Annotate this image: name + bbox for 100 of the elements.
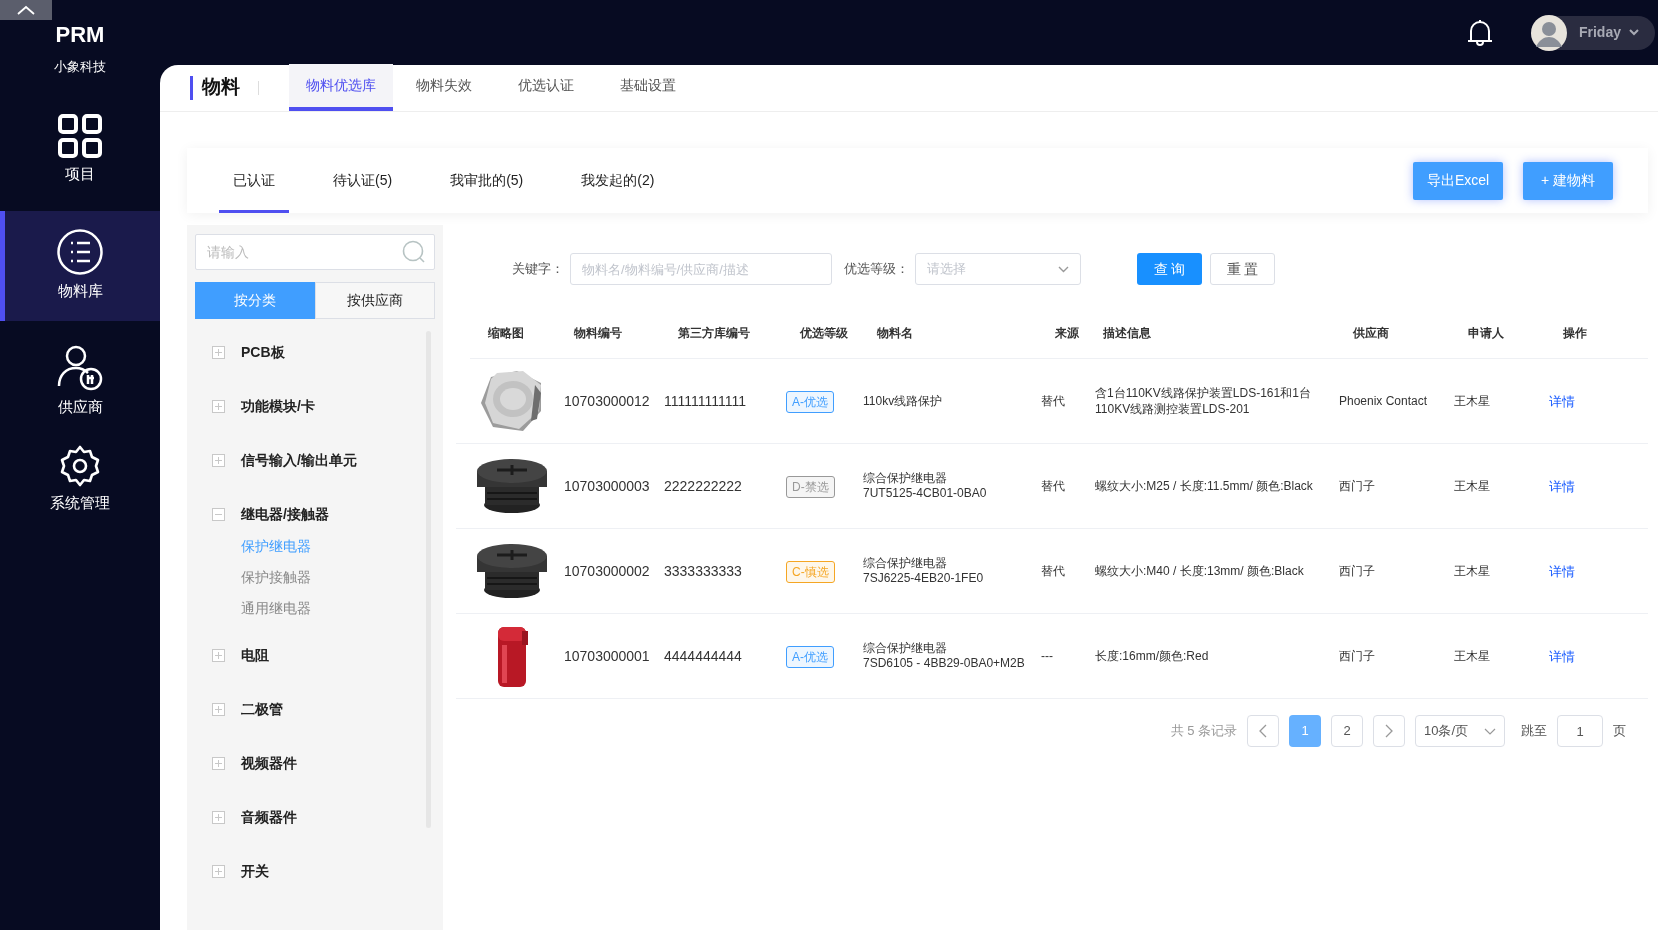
tree-item[interactable]: 二极管 <box>241 698 283 720</box>
nav-item[interactable]: 系统管理 <box>0 430 160 529</box>
table-cell-text: 含1台110KV线路保护装置LDS-161和1台110KV线路测控装置LDS-201 <box>1094 385 1312 417</box>
table-cell-text: 7UT5125-4CB01-0BA0 <box>863 486 988 501</box>
nav-item[interactable]: 供应商 <box>0 332 160 431</box>
detail-link[interactable]: 详情 <box>1549 394 1575 409</box>
table-cell-text: 王木星 <box>1454 563 1491 580</box>
table-cell-text: Phoenix Contact <box>1339 393 1429 410</box>
table-cell-text: 螺纹大小:M25 / 长度:11.5mm/ 颜色:Black <box>1094 478 1314 494</box>
tree-item[interactable]: 开关 <box>241 860 269 882</box>
collapse-button[interactable] <box>0 0 52 20</box>
caret-icon <box>1629 29 1639 36</box>
table-cell-text: 7SD6105 - 4BB29-0BA0+M2B <box>863 656 1026 671</box>
table-cell-text: 10703000003 <box>563 476 651 496</box>
page-unit-label: 页 <box>1613 722 1626 741</box>
table-cell-text: 长度:16mm/颜色:Red <box>1094 648 1210 664</box>
table-cell-text: 西门子 <box>1339 478 1376 495</box>
detail-link[interactable]: 详情 <box>1549 479 1575 494</box>
table-cell-text: 7SJ6225-4EB20-1FE0 <box>863 571 985 586</box>
tree-item[interactable]: 电阻 <box>241 644 269 666</box>
column-header: 缩略图 <box>488 324 525 342</box>
next-page-button[interactable] <box>1373 715 1405 747</box>
tree-item[interactable]: 信号输入/输出单元 <box>241 449 357 471</box>
table-cell-text: 螺纹大小:M40 / 长度:13mm/ 颜色:Black <box>1094 563 1305 579</box>
grade-tag: D-禁选 <box>786 476 835 498</box>
field-label: 优选等级： <box>844 260 909 279</box>
column-header: 第三方库编号 <box>678 324 751 342</box>
column-header: 供应商 <box>1353 324 1390 342</box>
table-cell-text: 王木星 <box>1454 478 1491 495</box>
table-cell-text: 4444444444 <box>664 646 743 666</box>
detail-link[interactable]: 详情 <box>1549 649 1575 664</box>
chevron-up-icon <box>17 5 35 15</box>
column-header: 物料名 <box>877 324 914 342</box>
field-label: 关键字： <box>512 260 564 279</box>
column-header: 操作 <box>1563 324 1588 342</box>
module-title: 物料 <box>202 75 240 100</box>
grade-tag: A-优选 <box>786 646 834 668</box>
status-tab[interactable]: 已认证 <box>219 148 289 213</box>
caret-icon <box>1484 727 1496 735</box>
detail-link[interactable]: 详情 <box>1549 564 1575 579</box>
jump-label: 跳至 <box>1521 722 1547 741</box>
nav-item[interactable]: 项目 <box>0 100 160 199</box>
table-cell-text: 综合保护继电器 <box>863 556 948 571</box>
table-cell-text: 10703000002 <box>563 561 651 581</box>
status-tab[interactable]: 待认证(5) <box>319 148 407 213</box>
grid-icon <box>57 113 103 160</box>
tree-item[interactable]: 继电器/接触器 <box>241 503 329 525</box>
prev-page-button[interactable] <box>1247 715 1279 747</box>
caret-icon <box>1058 265 1069 273</box>
avatar <box>1531 14 1567 51</box>
page-size-select[interactable]: 10条/页 <box>1415 715 1505 747</box>
page-button[interactable]: 2 <box>1331 715 1363 747</box>
table-cell-text: 王木星 <box>1454 393 1491 410</box>
table-cell-text: 3333333333 <box>664 561 743 581</box>
title-accent <box>190 75 193 100</box>
search-icon <box>402 240 426 264</box>
module-tab[interactable]: 优选认证 <box>501 64 591 111</box>
column-header: 物料编号 <box>574 324 623 342</box>
tree-item[interactable]: 音频器件 <box>241 806 297 828</box>
module-tab[interactable]: 物料失效 <box>399 64 489 111</box>
tree-item[interactable]: 功能模块/卡 <box>241 395 315 417</box>
table-cell-text: 王木星 <box>1454 648 1491 665</box>
table-cell-text: 西门子 <box>1339 648 1376 665</box>
column-header: 来源 <box>1055 324 1080 342</box>
tree-item[interactable]: PCB板 <box>241 341 285 363</box>
table-cell-text: 替代 <box>1041 563 1066 580</box>
nav-item[interactable]: 物料库 <box>0 210 160 321</box>
record-count: 共 5 条记录 <box>1170 722 1237 741</box>
table-cell-text: 110kv线路保护 <box>863 393 944 409</box>
bell-icon <box>1467 18 1493 47</box>
user-icon <box>56 344 104 393</box>
keyword-field[interactable]: 物料名/物料编号/供应商/描述 <box>570 253 832 285</box>
chevron-right-icon <box>1385 724 1393 738</box>
grade-tag: A-优选 <box>786 391 834 413</box>
list-icon <box>56 228 104 277</box>
gear-icon <box>58 444 102 489</box>
app-name: PRM <box>55 21 105 49</box>
status-tab[interactable]: 我审批的(5) <box>436 148 538 213</box>
table-cell-text: 10703000001 <box>563 646 651 666</box>
table-cell-text: 综合保护继电器 <box>863 471 948 486</box>
module-tab[interactable]: 物料优选库 <box>289 64 393 111</box>
user-menu[interactable]: Friday <box>1531 15 1655 50</box>
search-field[interactable]: 请输入 <box>195 234 435 270</box>
column-header: 描述信息 <box>1103 324 1152 342</box>
table-cell-text: --- <box>1041 648 1054 665</box>
tree-item[interactable]: 视频器件 <box>241 752 297 774</box>
mode-tab[interactable]: 按供应商 <box>315 282 435 319</box>
column-header: 申请人 <box>1468 324 1505 342</box>
table-cell-text: 替代 <box>1041 478 1066 495</box>
table-cell-text: 10703000012 <box>563 391 651 411</box>
status-tab[interactable]: 我发起的(2) <box>567 148 669 213</box>
table-cell-text: 西门子 <box>1339 563 1376 580</box>
reset-button[interactable]: 重 置 <box>1210 253 1275 285</box>
module-tab[interactable]: 基础设置 <box>603 64 693 111</box>
grade-tag: C-慎选 <box>786 561 835 583</box>
jump-field[interactable]: 1 <box>1557 715 1603 747</box>
column-header: 优选等级 <box>800 324 849 342</box>
company-name: 小象科技 <box>54 58 106 76</box>
table-cell-text: 综合保护继电器 <box>863 641 948 656</box>
table-cell-text: 替代 <box>1041 393 1066 410</box>
